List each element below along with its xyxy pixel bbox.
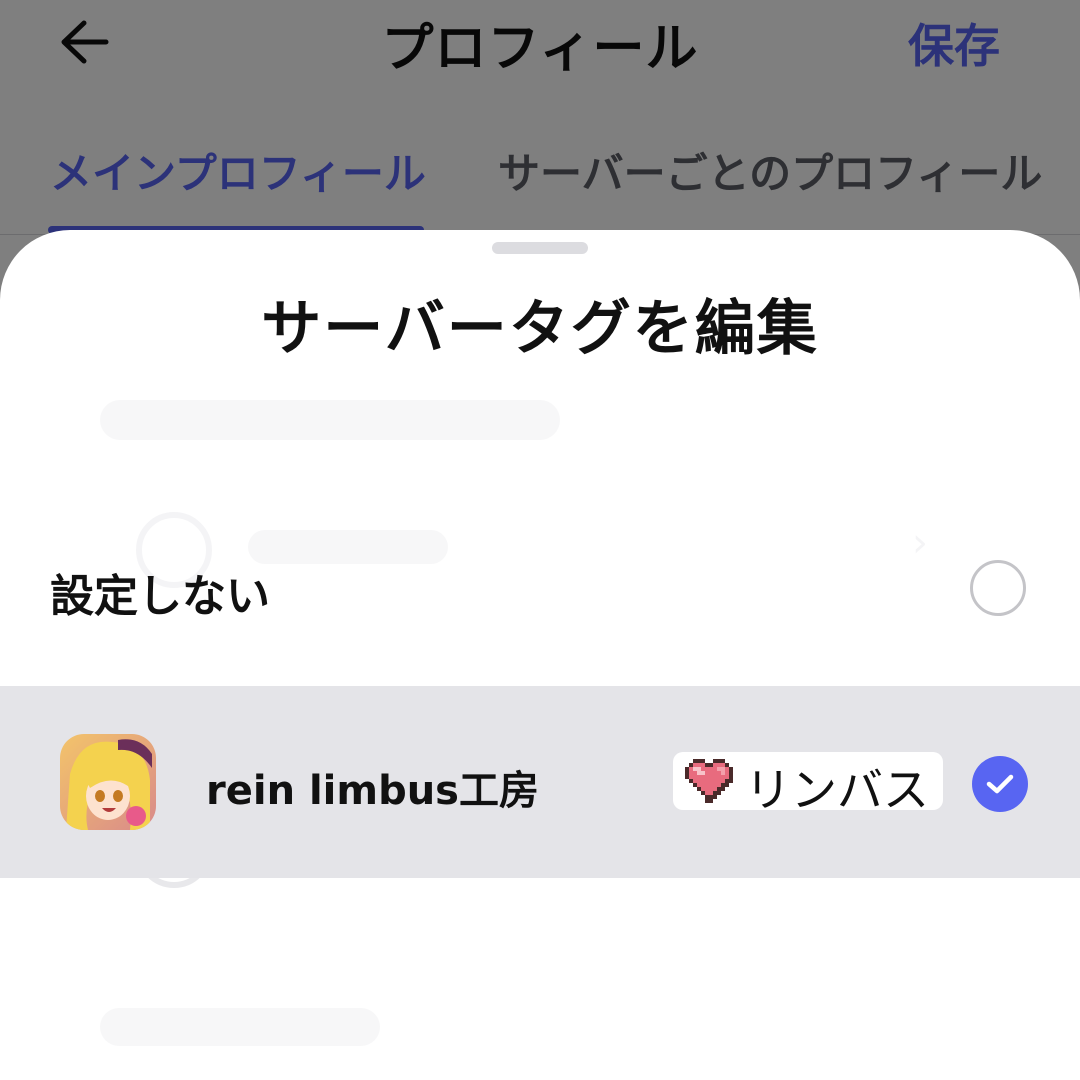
server-tag-text: リンバス [745, 763, 929, 817]
checkmark-icon [986, 774, 1014, 794]
edit-server-tag-sheet: › › サーバータグを編集 設定しない [0, 230, 1080, 1080]
radio-unselected[interactable] [970, 560, 1026, 616]
ghost-text-line [100, 400, 560, 440]
radio-selected[interactable] [972, 756, 1028, 812]
profile-screen: プロフィール 保存 メインプロフィール サーバーごとのプロフィール › › サー… [0, 0, 1080, 1080]
drag-handle[interactable] [492, 242, 588, 254]
server-tag-chip: リンバス [673, 752, 943, 817]
sheet-title: サーバータグを編集 [261, 294, 819, 364]
ghost-text-line [100, 1008, 380, 1046]
option-no-tag-label: 設定しない [50, 571, 270, 622]
server-avatar-image [60, 734, 156, 830]
option-server-tag[interactable]: rein limbus工房 リンバス [0, 686, 1080, 878]
server-name: rein limbus工房 [206, 768, 539, 814]
pixel-heart-icon [685, 759, 733, 803]
option-no-tag[interactable]: 設定しない [0, 530, 1080, 650]
server-avatar [60, 734, 156, 830]
